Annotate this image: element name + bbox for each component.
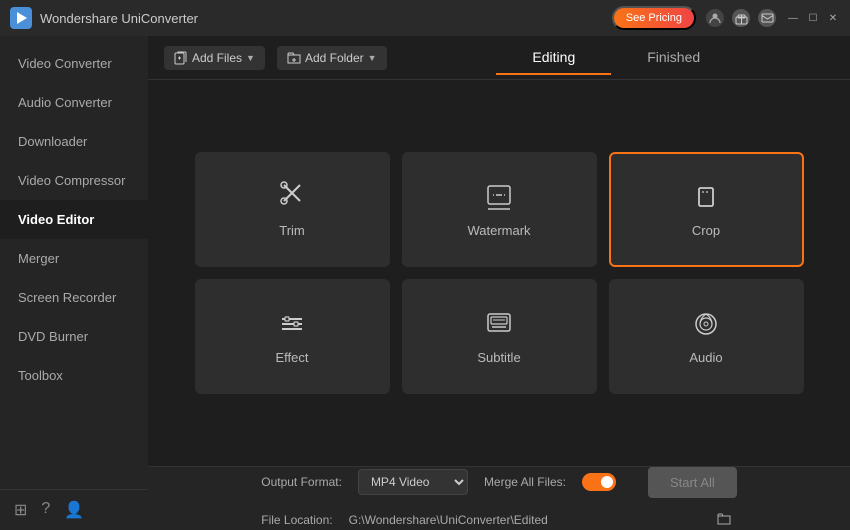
output-format-label: Output Format: [261, 475, 342, 489]
bottom-bar: Output Format: MP4 Video AVI Video MOV V… [148, 466, 850, 530]
audio-icon [690, 308, 722, 340]
close-button[interactable]: ✕ [826, 11, 840, 25]
merge-all-label: Merge All Files: [484, 475, 566, 489]
editor-grid: Trim Watermark [195, 152, 804, 394]
output-format-select[interactable]: MP4 Video AVI Video MOV Video MKV Video [358, 469, 468, 495]
watermark-card[interactable]: Watermark [402, 152, 597, 267]
sidebar-item-downloader[interactable]: Downloader [0, 122, 148, 161]
crop-label: Crop [692, 223, 720, 238]
app-logo [10, 7, 32, 29]
watermark-label: Watermark [467, 223, 530, 238]
add-folder-icon [287, 51, 301, 65]
sidebar-item-video-converter[interactable]: Video Converter [0, 44, 148, 83]
main-layout: Video Converter Audio Converter Download… [0, 36, 850, 530]
add-folder-button[interactable]: Add Folder ▼ [277, 46, 387, 70]
content-area: Add Files ▼ Add Folder ▼ Editing [148, 36, 850, 530]
subtitle-card[interactable]: Subtitle [402, 279, 597, 394]
tab-finished[interactable]: Finished [611, 41, 736, 75]
sidebar-item-audio-converter[interactable]: Audio Converter [0, 83, 148, 122]
effect-icon [276, 308, 308, 340]
bottom-content: Output Format: MP4 Video AVI Video MOV V… [261, 467, 737, 530]
sidebar-bottom-icons: ⊞ ? 👤 [0, 489, 148, 530]
add-files-button[interactable]: Add Files ▼ [164, 46, 265, 70]
browse-folder-button[interactable] [711, 510, 737, 530]
sidebar-item-video-compressor[interactable]: Video Compressor [0, 161, 148, 200]
crop-icon [690, 181, 722, 213]
audio-card[interactable]: Audio [609, 279, 804, 394]
user-avatar-icon[interactable] [706, 9, 724, 27]
maximize-button[interactable]: ☐ [806, 11, 820, 25]
bottom-row-location: File Location: G:\Wondershare\UniConvert… [261, 510, 737, 530]
sidebar-item-merger[interactable]: Merger [0, 239, 148, 278]
file-location-label: File Location: [261, 513, 332, 527]
message-icon[interactable] [758, 9, 776, 27]
subtitle-icon [483, 308, 515, 340]
effect-label: Effect [275, 350, 308, 365]
grid-area: Trim Watermark [148, 80, 850, 466]
watermark-icon [483, 181, 515, 213]
tabs: Editing Finished [399, 41, 834, 75]
start-all-button[interactable]: Start All [648, 467, 737, 498]
sidebar-item-toolbox[interactable]: Toolbox [0, 356, 148, 395]
trim-icon [276, 181, 308, 213]
titlebar-icons [706, 9, 776, 27]
file-location-path: G:\Wondershare\UniConverter\Edited [349, 513, 695, 527]
window-controls: — ☐ ✕ [786, 11, 840, 25]
sidebar: Video Converter Audio Converter Download… [0, 36, 148, 530]
trim-card[interactable]: Trim [195, 152, 390, 267]
sidebar-item-screen-recorder[interactable]: Screen Recorder [0, 278, 148, 317]
audio-label: Audio [689, 350, 722, 365]
see-pricing-button[interactable]: See Pricing [612, 6, 696, 30]
layout-icon[interactable]: ⊞ [14, 500, 27, 520]
effect-card[interactable]: Effect [195, 279, 390, 394]
add-files-chevron: ▼ [246, 53, 255, 63]
bottom-row-format: Output Format: MP4 Video AVI Video MOV V… [261, 467, 737, 498]
gift-icon[interactable] [732, 9, 750, 27]
crop-card[interactable]: Crop [609, 152, 804, 267]
subtitle-label: Subtitle [477, 350, 520, 365]
titlebar: Wondershare UniConverter See Pricing — ☐… [0, 0, 850, 36]
app-title: Wondershare UniConverter [40, 11, 612, 26]
tab-editing[interactable]: Editing [496, 41, 611, 75]
merge-all-toggle[interactable] [582, 473, 616, 491]
person-add-icon[interactable]: 👤 [64, 500, 84, 520]
minimize-button[interactable]: — [786, 11, 800, 25]
toolbar: Add Files ▼ Add Folder ▼ Editing [148, 36, 850, 80]
trim-label: Trim [279, 223, 305, 238]
folder-icon [717, 512, 731, 526]
sidebar-item-video-editor[interactable]: Video Editor [0, 200, 148, 239]
add-files-icon [174, 51, 188, 65]
sidebar-item-dvd-burner[interactable]: DVD Burner [0, 317, 148, 356]
help-icon[interactable]: ? [41, 500, 50, 520]
add-folder-chevron: ▼ [368, 53, 377, 63]
